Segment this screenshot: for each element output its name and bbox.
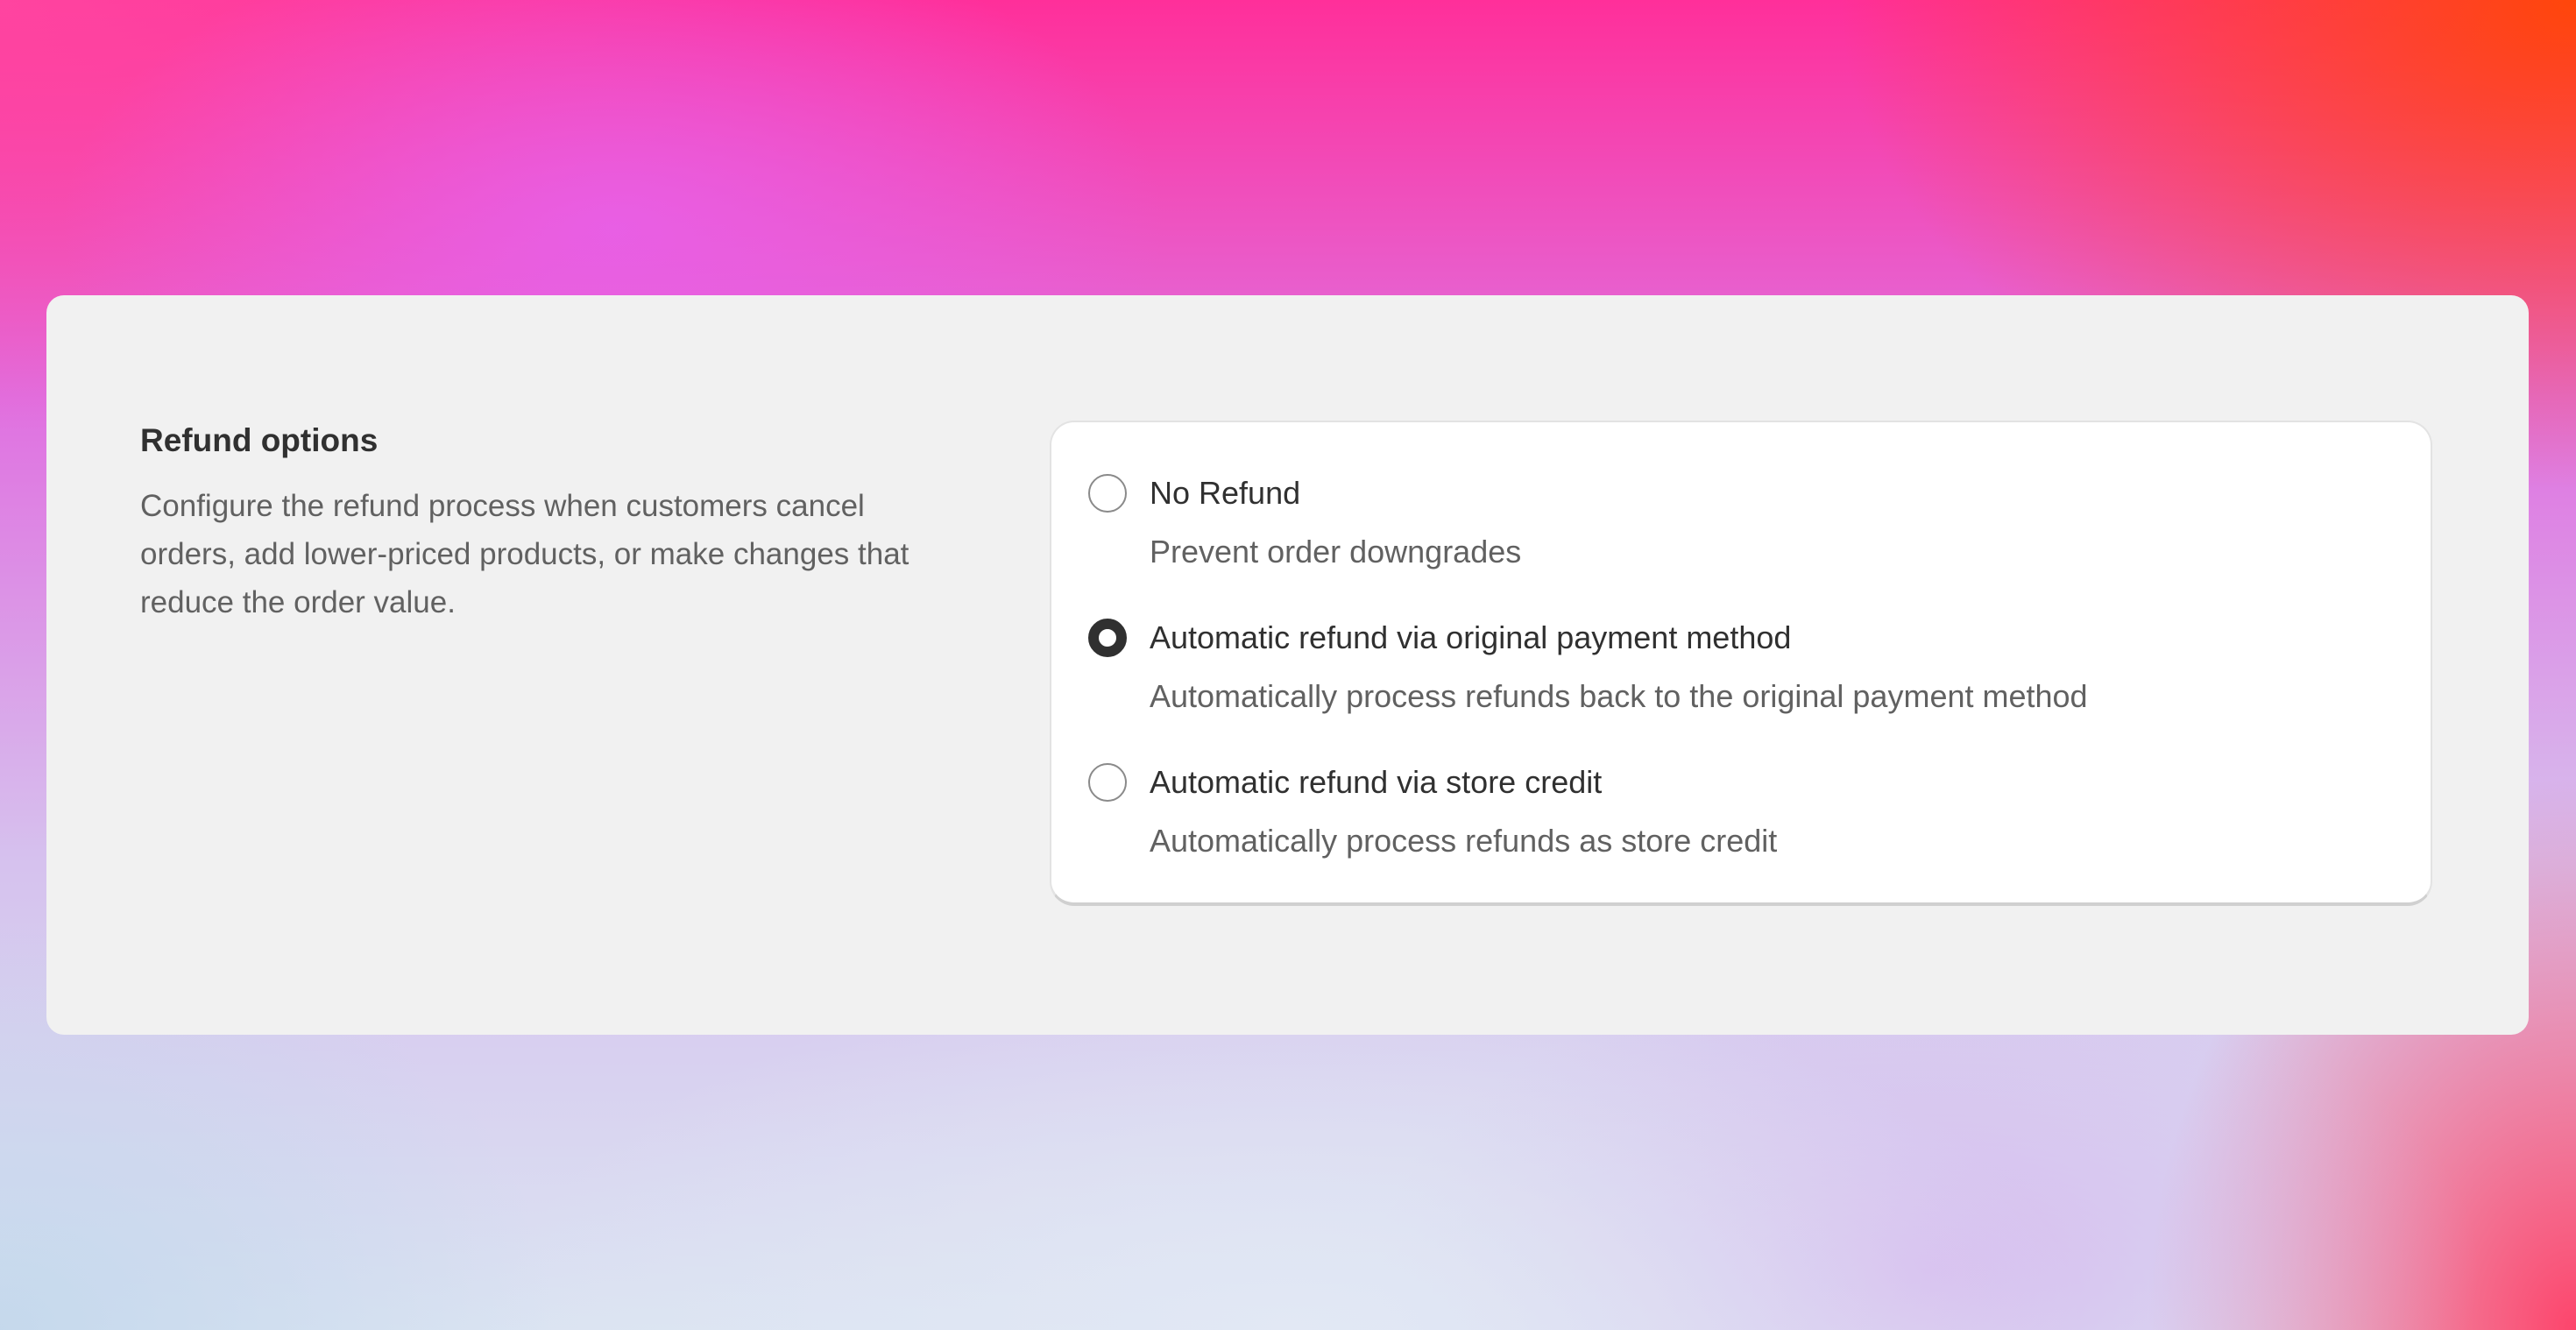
- refund-options-card: No Refund Prevent order downgrades Autom…: [1050, 421, 2432, 906]
- section-intro: Refund options Configure the refund proc…: [140, 422, 911, 626]
- option-label[interactable]: No Refund: [1150, 475, 1300, 512]
- option-help-text: Automatically process refunds back to th…: [1150, 678, 2088, 714]
- section-title: Refund options: [140, 422, 379, 458]
- option-no-refund[interactable]: No Refund Prevent order downgrades: [1088, 473, 2385, 596]
- option-label[interactable]: Automatic refund via original payment me…: [1150, 619, 1791, 656]
- option-store-credit[interactable]: Automatic refund via store credit Automa…: [1088, 762, 2385, 885]
- option-original-payment-method[interactable]: Automatic refund via original payment me…: [1088, 618, 2385, 740]
- radio-no-refund[interactable]: [1088, 474, 1127, 513]
- section-description: Configure the refund process when custom…: [140, 489, 909, 619]
- radio-original-payment-method[interactable]: [1088, 619, 1127, 657]
- option-label[interactable]: Automatic refund via store credit: [1150, 764, 1602, 801]
- refund-options-panel: Refund options Configure the refund proc…: [46, 295, 2529, 1035]
- option-help-text: Prevent order downgrades: [1150, 534, 1522, 569]
- radio-store-credit[interactable]: [1088, 763, 1127, 802]
- option-help-text: Automatically process refunds as store c…: [1150, 823, 1778, 859]
